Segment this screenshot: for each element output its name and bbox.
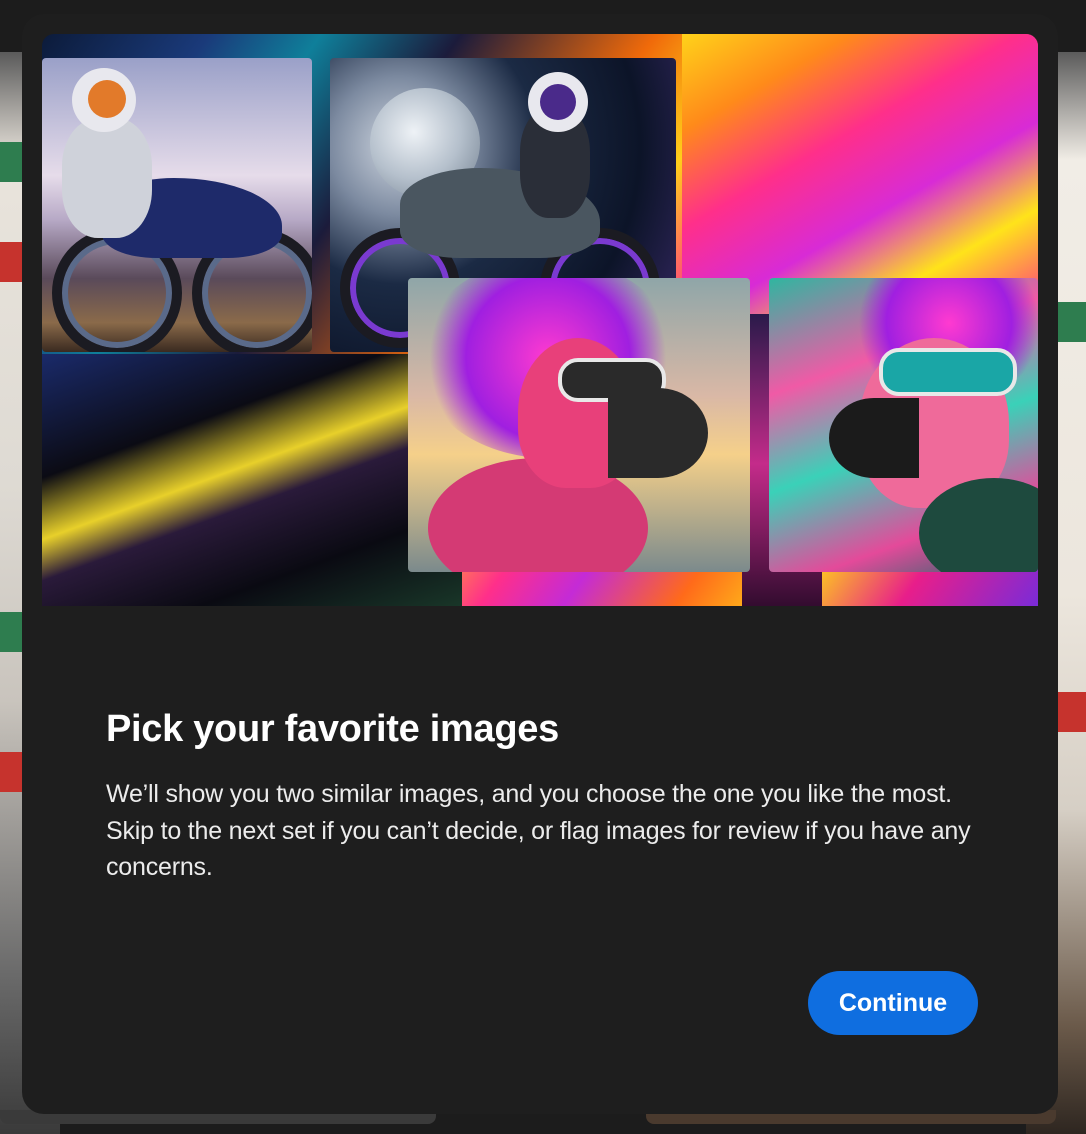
beak	[829, 398, 919, 478]
astronaut	[62, 118, 152, 238]
onboarding-dialog: Pick your favorite images We’ll show you…	[22, 14, 1058, 1114]
continue-button[interactable]: Continue	[808, 971, 978, 1035]
dialog-title: Pick your favorite images	[106, 708, 559, 750]
visor	[540, 84, 576, 120]
hero-image-astronaut-bike-1	[42, 58, 312, 352]
visor	[88, 80, 126, 118]
hero-collage	[42, 34, 1038, 606]
sunglasses	[879, 348, 1017, 396]
paint-swirl	[42, 354, 462, 606]
hero-image-flamingo-sunglasses	[769, 278, 1038, 572]
paint-swirl	[682, 34, 1038, 314]
dialog-description: We’ll show you two similar images, and y…	[106, 780, 971, 881]
hero-image-flamingo-goggles	[408, 278, 750, 572]
beak	[608, 388, 708, 478]
